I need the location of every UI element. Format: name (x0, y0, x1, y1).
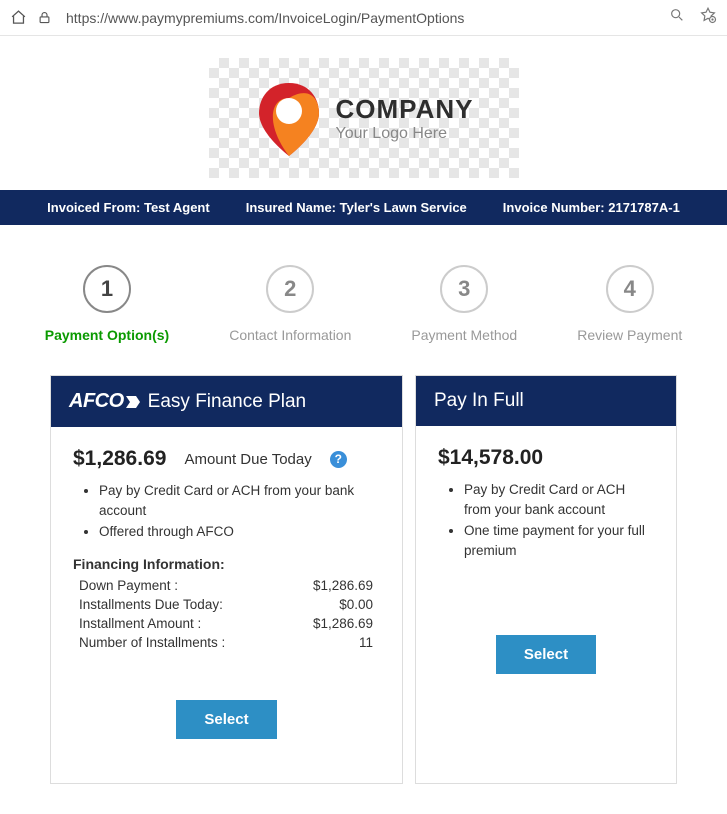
full-bullet-2: One time payment for your full premium (464, 521, 654, 562)
finance-bullet-2: Offered through AFCO (99, 522, 380, 542)
step-1-circle: 1 (83, 265, 131, 313)
home-icon[interactable] (10, 9, 27, 26)
step-2-circle: 2 (266, 265, 314, 313)
company-logo: COMPANY Your Logo Here (209, 58, 519, 178)
full-card-header: Pay In Full (416, 376, 676, 426)
afco-logo: AFCO (69, 390, 140, 413)
amount-due-label: Amount Due Today (184, 451, 311, 468)
finance-plan-card: AFCO Easy Finance Plan $1,286.69 Amount … (50, 375, 403, 784)
logo-title: COMPANY (336, 94, 474, 125)
logo-subtitle: Your Logo Here (336, 125, 474, 143)
progress-stepper: 1 Payment Option(s) 2 Contact Informatio… (0, 225, 727, 359)
step-payment-method[interactable]: 3 Payment Method (411, 265, 517, 343)
insured-name: Insured Name: Tyler's Lawn Service (246, 200, 467, 215)
select-finance-button[interactable]: Select (176, 700, 276, 739)
lock-icon (37, 10, 52, 25)
finance-card-header: AFCO Easy Finance Plan (51, 376, 402, 427)
logo-mark-icon (254, 78, 324, 158)
step-contact-information[interactable]: 2 Contact Information (229, 265, 351, 343)
step-3-circle: 3 (440, 265, 488, 313)
step-1-label: Payment Option(s) (45, 327, 169, 343)
finance-title: Easy Finance Plan (148, 391, 306, 413)
favorite-icon[interactable] (699, 6, 717, 29)
logo-area: COMPANY Your Logo Here (0, 36, 727, 190)
financing-info-heading: Financing Information: (73, 556, 380, 572)
finance-bullet-1: Pay by Credit Card or ACH from your bank… (99, 481, 380, 522)
url-display[interactable]: https://www.paymypremiums.com/InvoiceLog… (62, 10, 659, 26)
step-payment-options[interactable]: 1 Payment Option(s) (45, 265, 169, 343)
step-3-label: Payment Method (411, 327, 517, 343)
payment-options: AFCO Easy Finance Plan $1,286.69 Amount … (0, 359, 727, 814)
invoiced-from: Invoiced From: Test Agent (47, 200, 210, 215)
installment-amount-row: Installment Amount : $1,286.69 (73, 614, 373, 633)
pay-in-full-card: Pay In Full $14,578.00 Pay by Credit Car… (415, 375, 677, 784)
invoice-info-bar: Invoiced From: Test Agent Insured Name: … (0, 190, 727, 225)
help-icon[interactable]: ? (330, 451, 347, 468)
select-full-button[interactable]: Select (496, 635, 596, 674)
browser-bar: https://www.paymypremiums.com/InvoiceLog… (0, 0, 727, 36)
step-2-label: Contact Information (229, 327, 351, 343)
step-review-payment[interactable]: 4 Review Payment (577, 265, 682, 343)
installments-today-row: Installments Due Today: $0.00 (73, 595, 373, 614)
zoom-icon[interactable] (669, 7, 685, 28)
down-payment-row: Down Payment : $1,286.69 (73, 576, 373, 595)
num-installments-row: Number of Installments : 11 (73, 633, 373, 652)
full-title: Pay In Full (434, 390, 524, 412)
step-4-label: Review Payment (577, 327, 682, 343)
invoice-number: Invoice Number: 2171787A-1 (503, 200, 680, 215)
full-bullet-1: Pay by Credit Card or ACH from your bank… (464, 480, 654, 521)
finance-price: $1,286.69 (73, 447, 166, 471)
step-4-circle: 4 (606, 265, 654, 313)
full-price: $14,578.00 (438, 446, 543, 470)
